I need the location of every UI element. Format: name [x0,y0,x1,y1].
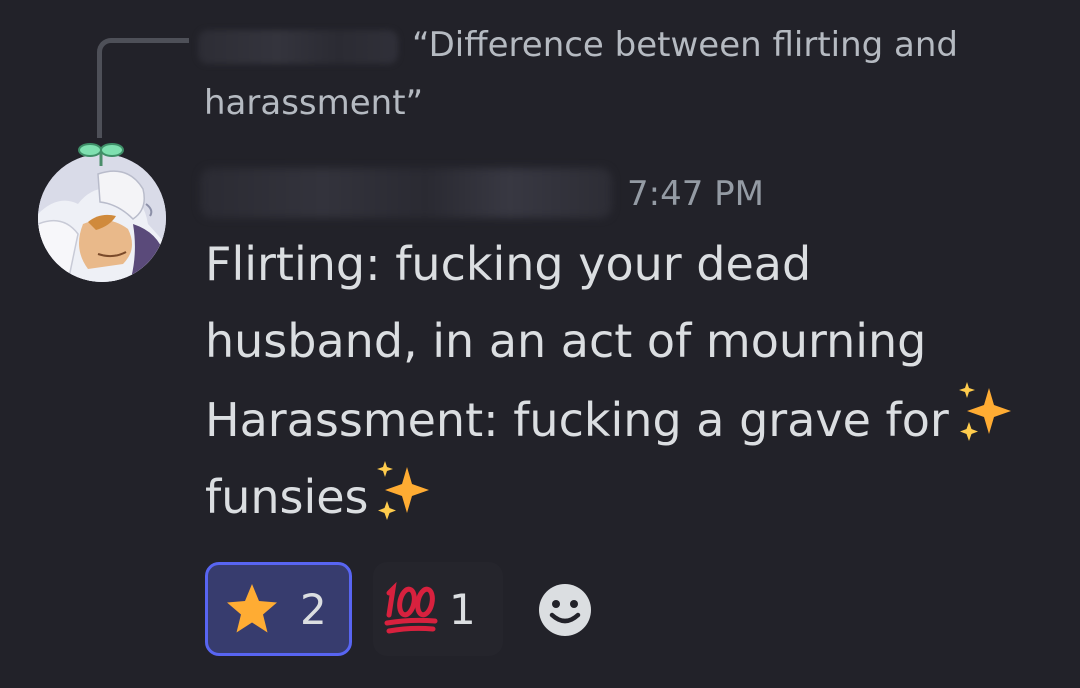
message-content: Flirting: fucking your dead husband, in … [205,226,1065,536]
avatar[interactable] [38,154,166,282]
reply-quoted-text[interactable]: “Difference between flirting and harassm… [204,16,1024,132]
message-line-text: funsies [205,470,369,524]
message-line: Harassment: fucking a grave for [205,380,1065,459]
sprout-decoration-icon [78,143,124,166]
message-line-text: Harassment: fucking a grave for [205,393,949,447]
message-line: husband, in an act of mourning [205,314,927,368]
add-reaction-smiley-icon[interactable] [535,580,595,640]
author-name-redacted[interactable] [200,168,612,218]
sparkles-icon [958,382,1011,441]
hundred-points-emoji-icon [384,581,438,634]
message-line: funsies [205,459,1065,536]
reaction-hundred[interactable]: 1 [373,562,503,656]
reaction-count: 1 [449,584,476,634]
message-timestamp[interactable]: 7:47 PM [627,172,764,216]
avatar-image [38,154,166,282]
chat-message-view: “Difference between flirting and harassm… [0,0,1080,688]
sparkles-icon [376,461,429,520]
reply-connector [97,38,189,138]
reaction-count: 2 [300,584,327,634]
star-emoji-icon [227,584,277,633]
reaction-star[interactable]: 2 [205,562,352,656]
message-line: Flirting: fucking your dead [205,237,812,291]
